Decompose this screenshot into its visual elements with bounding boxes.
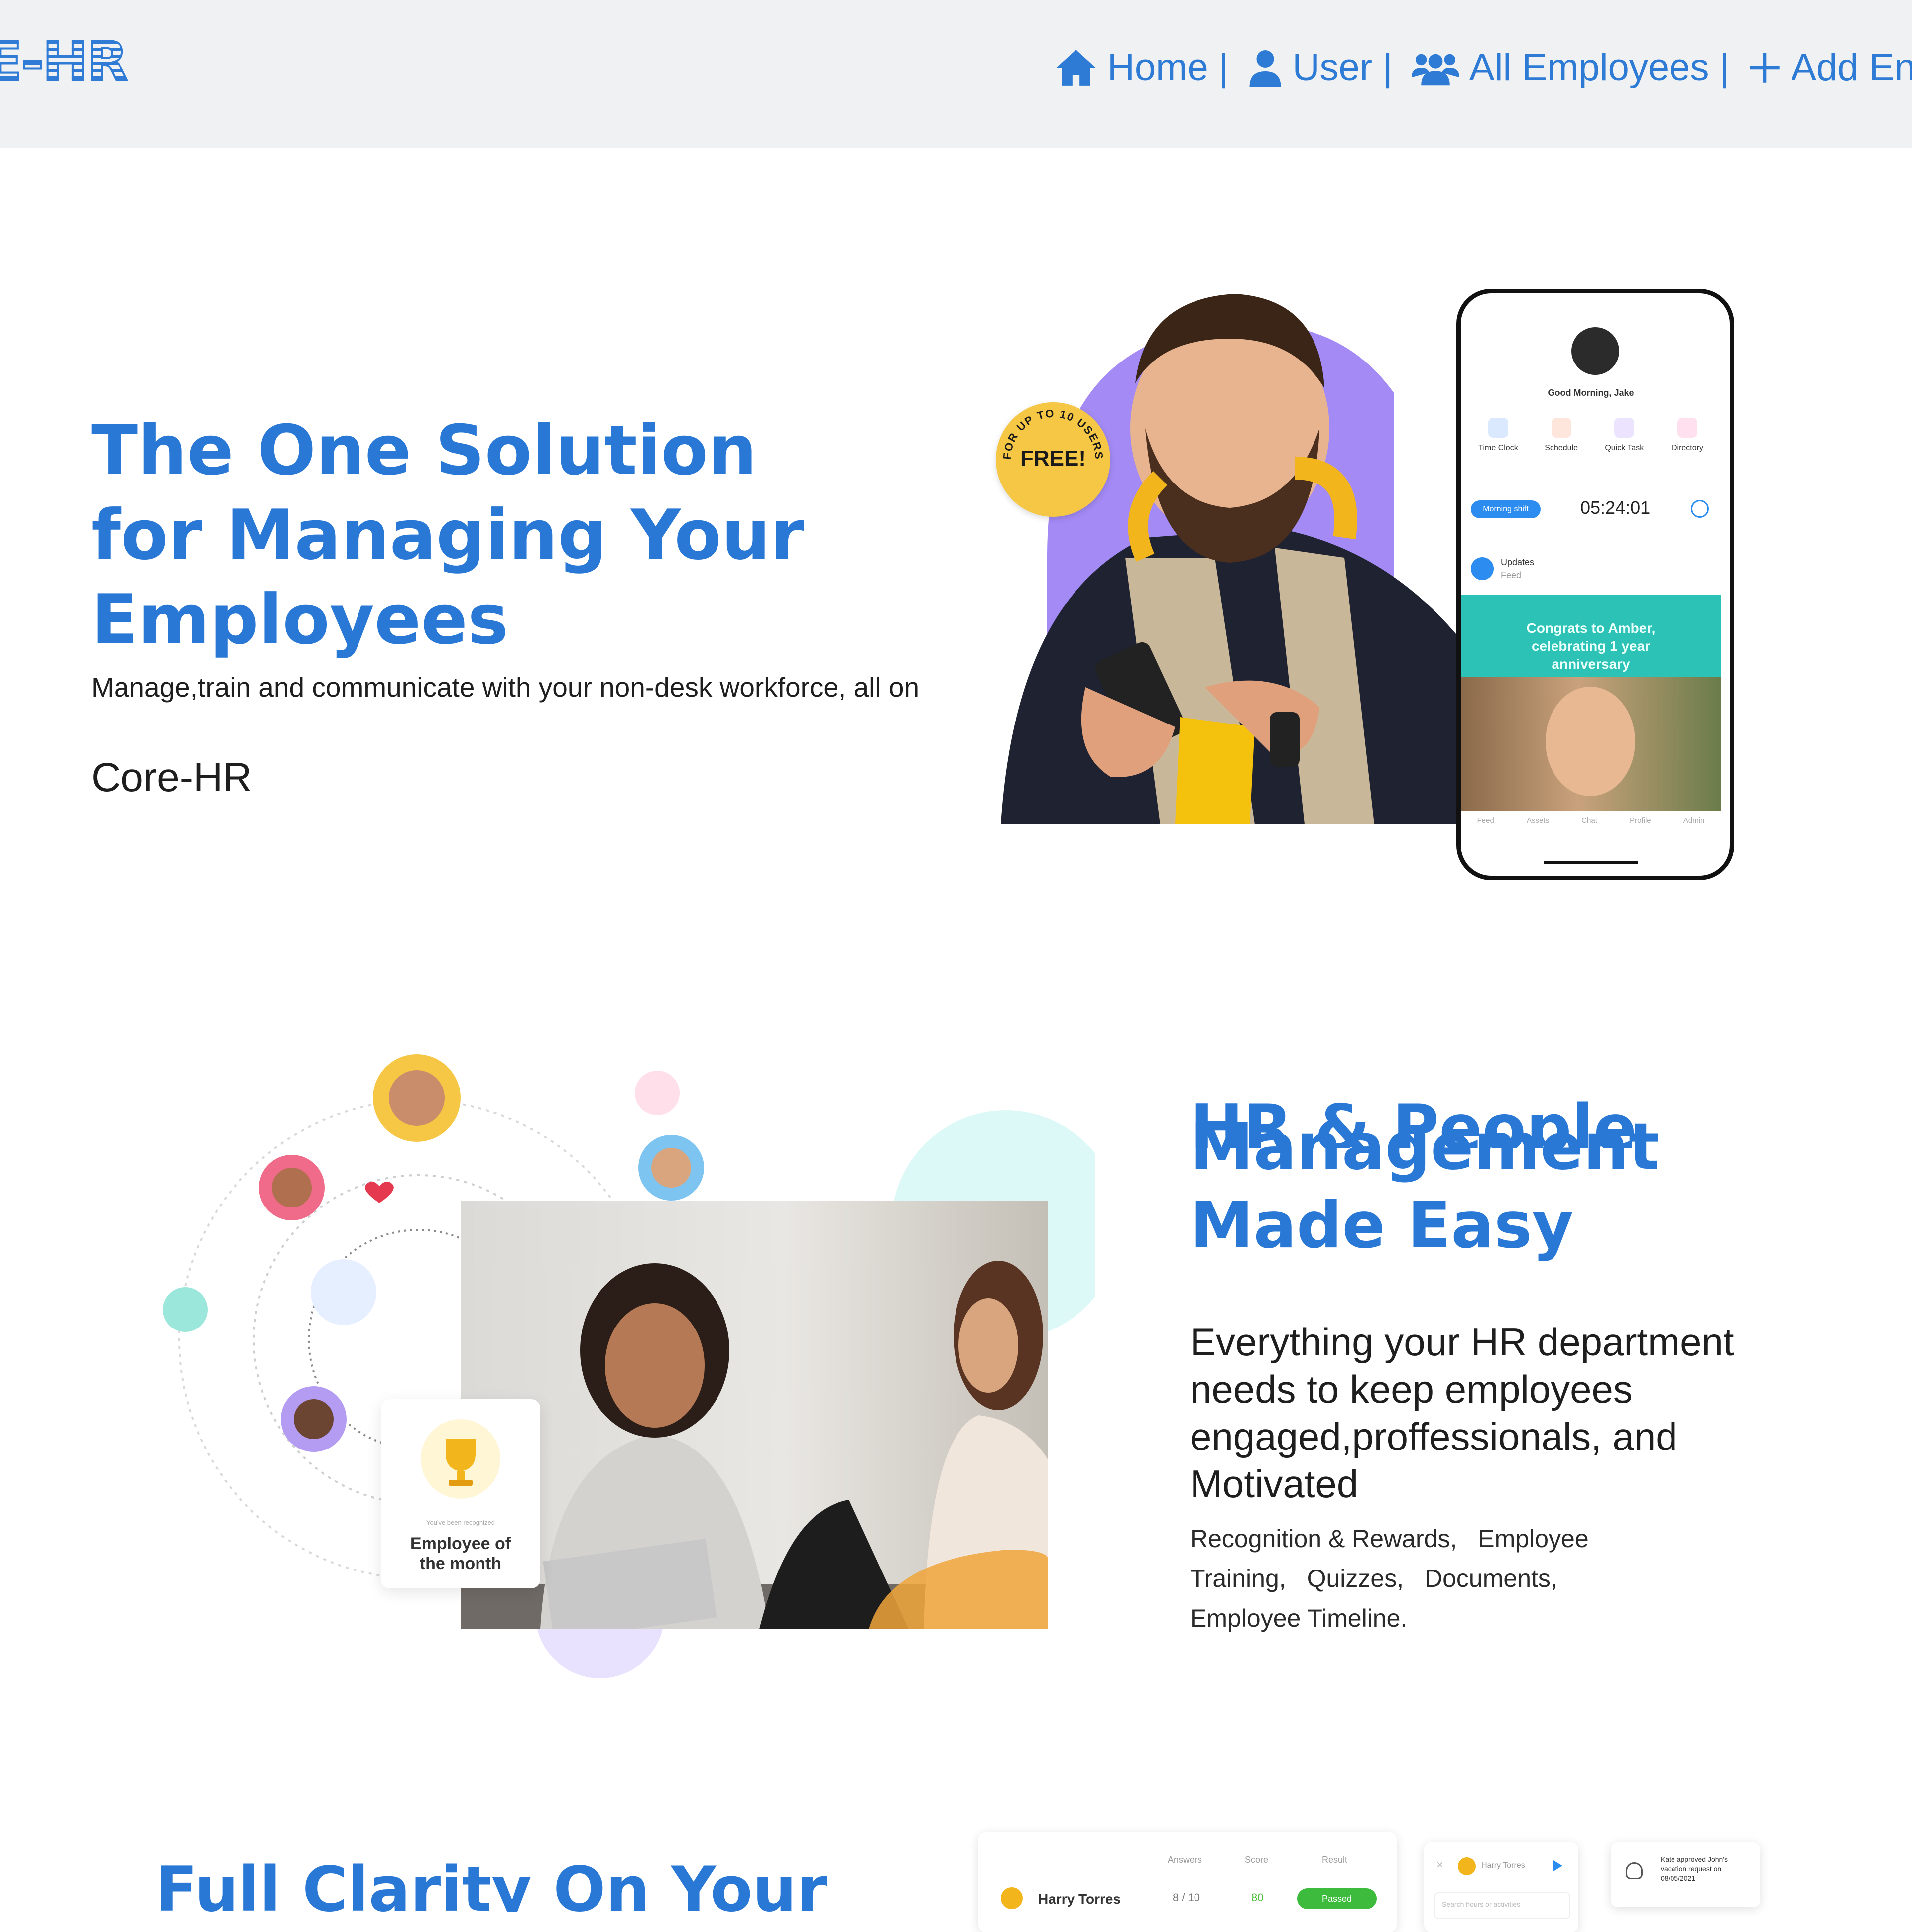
hero-title: The One Solution for Managing Your Emplo… — [91, 410, 805, 660]
quiz-row-answers: 8 / 10 — [1173, 1891, 1200, 1904]
updates-icon — [1471, 557, 1494, 580]
award-label: Employee of the month — [410, 1534, 511, 1573]
home-icon — [1056, 49, 1096, 86]
tab-feed[interactable]: Feed — [1477, 816, 1494, 825]
main-nav: Home | User | All Employees | Add En — [1055, 46, 1912, 89]
shortcut-label: Quick Task — [1605, 444, 1644, 452]
award-small-label: You've been recognized — [426, 1519, 495, 1526]
avatar — [1458, 1857, 1476, 1875]
office-photo-graphic — [461, 1261, 1048, 1629]
shift-pill[interactable]: Morning shift — [1471, 500, 1541, 518]
shortcut-directory[interactable]: Directory — [1660, 418, 1715, 453]
updates-label: Updates — [1501, 557, 1535, 567]
calendar-icon — [1551, 418, 1571, 438]
nav-add-employee[interactable]: Add En — [1748, 46, 1912, 89]
office-photo — [461, 1201, 1048, 1629]
clock-icon — [1488, 418, 1508, 438]
shortcut-label: Schedule — [1545, 444, 1578, 452]
tab-admin[interactable]: Admin — [1683, 816, 1705, 825]
notification-card: Kate approved John's vacation request on… — [1611, 1842, 1760, 1907]
home-indicator — [1544, 861, 1638, 864]
tab-chat[interactable]: Chat — [1581, 816, 1597, 825]
nav-user[interactable]: User | — [1248, 46, 1393, 89]
user-icon — [1249, 50, 1281, 87]
shortcut-time-clock[interactable]: Time Clock — [1471, 418, 1526, 453]
quiz-results-card: Answers Score Result Harry Torres 8 / 10… — [978, 1832, 1397, 1932]
shift-timer: 05:24:01 — [1580, 497, 1651, 518]
search-input[interactable]: Search hours or activities — [1434, 1892, 1570, 1919]
phone-avatar — [1571, 327, 1619, 375]
chat-name: Harry Torres — [1481, 1861, 1525, 1870]
feed-photo — [1461, 677, 1721, 811]
shift-arrow-icon[interactable] — [1691, 500, 1709, 518]
shortcut-label: Time Clock — [1478, 444, 1518, 452]
quiz-header-score: Score — [1245, 1855, 1269, 1865]
shortcut-label: Directory — [1671, 444, 1703, 452]
updates-sublabel: Feed — [1501, 570, 1522, 580]
users-icon — [1411, 54, 1459, 85]
shortcut-schedule[interactable]: Schedule — [1534, 418, 1589, 453]
logo[interactable]: RE-HR — [0, 30, 129, 94]
send-icon[interactable] — [1554, 1860, 1562, 1871]
quiz-header-result: Result — [1322, 1855, 1348, 1865]
quiz-row-score: 80 — [1251, 1891, 1264, 1904]
quiz-header-answers: Answers — [1168, 1855, 1202, 1865]
nav-add-employee-label: Add En — [1791, 46, 1912, 89]
shortcut-quick-task[interactable]: Quick Task — [1597, 418, 1652, 453]
close-icon[interactable]: × — [1436, 1858, 1443, 1872]
feature-item: Quizzes, — [1307, 1565, 1404, 1592]
congrats-banner: Congrats to Amber, celebrating 1 year an… — [1461, 595, 1721, 677]
badge-main-label: FREE! — [1020, 446, 1086, 471]
hero-subtitle: Manage,train and communicate with your n… — [91, 672, 920, 703]
section2-title: Management Made Easy — [1190, 1110, 1660, 1263]
feature-item: Employee Timeline. — [1190, 1604, 1408, 1632]
section3-title-partial: Full Clarity On Your — [155, 1854, 827, 1912]
nav-home-label: Home | — [1107, 46, 1229, 89]
nav-all-employees[interactable]: All Employees | — [1411, 46, 1730, 89]
plus-icon — [1750, 52, 1780, 83]
free-badge: FOR UP TO 10 USERS FREE! — [996, 402, 1110, 517]
hero-brand: Core-HR — [91, 755, 252, 800]
section3-title-clip: Full Clarity On Your — [155, 1852, 852, 1912]
chat-search-card: × Harry Torres Search hours or activitie… — [1424, 1842, 1578, 1932]
phone-greeting: Good Morning, Jake — [1548, 388, 1634, 398]
search-placeholder: Search hours or activities — [1442, 1900, 1521, 1908]
status-badge: Passed — [1297, 1888, 1377, 1909]
nav-all-employees-label: All Employees | — [1469, 46, 1730, 89]
task-icon — [1614, 418, 1635, 438]
phone-mockup: Good Morning, Jake Time Clock Schedule Q… — [1456, 289, 1734, 880]
tab-assets[interactable]: Assets — [1527, 816, 1549, 825]
avatar — [1001, 1887, 1023, 1909]
phone-tabbar: Feed Assets Chat Profile Admin — [1461, 816, 1721, 825]
quiz-row-name: Harry Torres — [1038, 1891, 1121, 1907]
section2-subtitle: Everything your HR department needs to k… — [1190, 1320, 1734, 1506]
tab-profile[interactable]: Profile — [1630, 816, 1651, 825]
directory-icon — [1677, 418, 1697, 438]
nav-user-label: User | — [1292, 46, 1393, 89]
feed-photo-face — [1546, 687, 1635, 796]
feature-item: Recognition & Rewards, — [1190, 1525, 1457, 1553]
feature-item: Documents, — [1425, 1565, 1557, 1592]
trophy-icon — [421, 1419, 500, 1499]
phone-shortcuts: Time Clock Schedule Quick Task Directory — [1471, 418, 1715, 453]
notification-text: Kate approved John's vacation request on… — [1661, 1855, 1728, 1882]
award-card: You've been recognized Employee of the m… — [381, 1399, 540, 1588]
bell-icon[interactable] — [1626, 1862, 1643, 1879]
nav-home[interactable]: Home | — [1055, 46, 1229, 89]
feature-list: Recognition & Rewards, Employee Training… — [1190, 1519, 1668, 1638]
